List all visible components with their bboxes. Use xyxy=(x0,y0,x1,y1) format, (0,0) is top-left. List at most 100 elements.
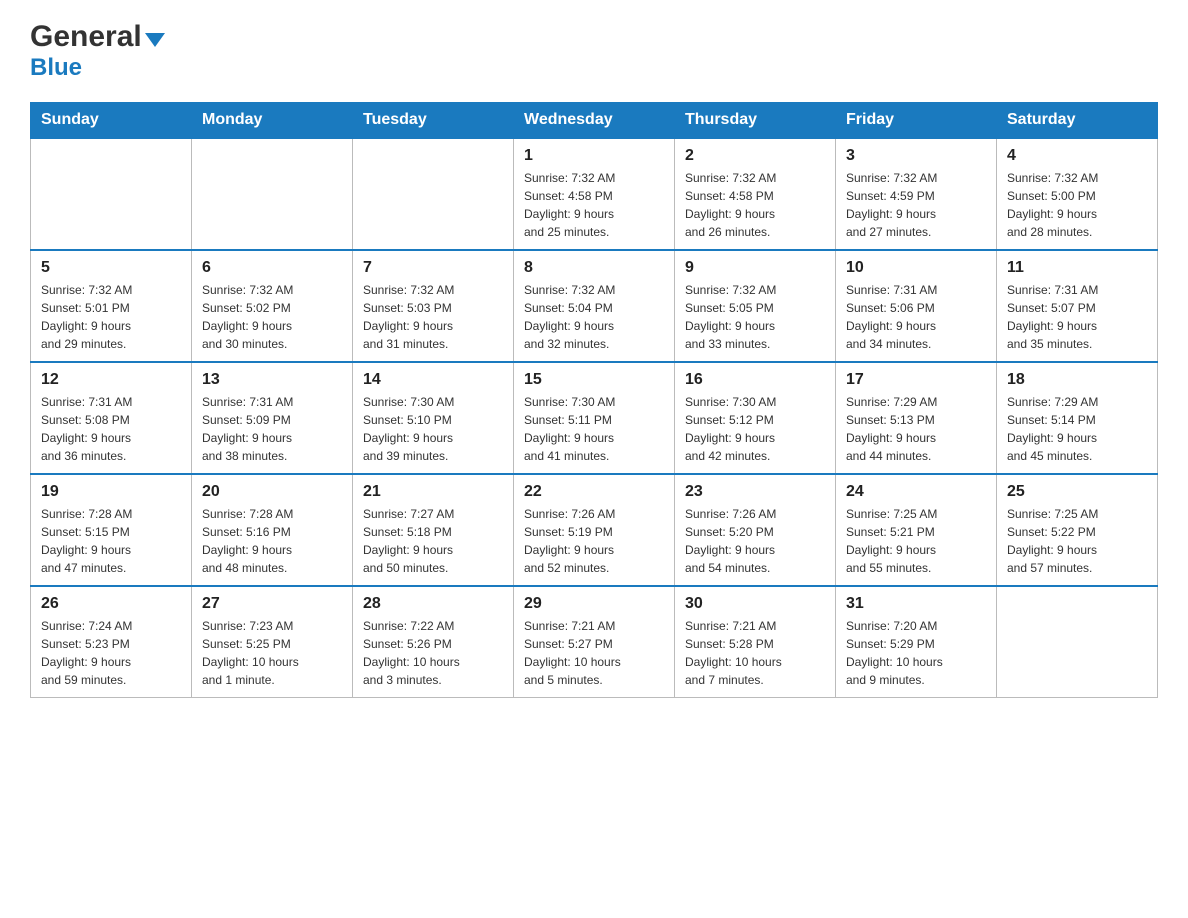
day-number: 2 xyxy=(685,147,825,165)
day-info: Sunrise: 7:25 AMSunset: 5:21 PMDaylight:… xyxy=(846,505,986,577)
cell-week4-day3: 22Sunrise: 7:26 AMSunset: 5:19 PMDayligh… xyxy=(514,474,675,586)
day-number: 19 xyxy=(41,483,181,501)
week-row-2: 5Sunrise: 7:32 AMSunset: 5:01 PMDaylight… xyxy=(31,250,1158,362)
logo-general: General xyxy=(30,20,142,53)
cell-week2-day0: 5Sunrise: 7:32 AMSunset: 5:01 PMDaylight… xyxy=(31,250,192,362)
logo-blue-text: Blue xyxy=(30,54,82,82)
page-header: General Blue xyxy=(30,20,1158,82)
day-info: Sunrise: 7:31 AMSunset: 5:06 PMDaylight:… xyxy=(846,281,986,353)
cell-week5-day2: 28Sunrise: 7:22 AMSunset: 5:26 PMDayligh… xyxy=(353,586,514,698)
cell-week2-day4: 9 Sunrise: 7:32 AMSunset: 5:05 PMDaylight… xyxy=(675,250,836,362)
week-row-5: 26 Sunrise: 7:24 AMSunset: 5:23 PMDayligh… xyxy=(31,586,1158,698)
day-info: Sunrise: 7:26 AMSunset: 5:20 PMDaylight:… xyxy=(685,505,825,577)
col-sunday: Sunday xyxy=(31,103,192,139)
cell-week4-day0: 19 Sunrise: 7:28 AMSunset: 5:15 PMDayligh… xyxy=(31,474,192,586)
day-info: Sunrise: 7:30 AMSunset: 5:11 PMDaylight:… xyxy=(524,393,664,465)
cell-week5-day1: 27Sunrise: 7:23 AMSunset: 5:25 PMDayligh… xyxy=(192,586,353,698)
day-number: 6 xyxy=(202,259,342,277)
day-info: Sunrise: 7:32 AMSunset: 5:02 PMDaylight:… xyxy=(202,281,342,353)
day-number: 21 xyxy=(363,483,503,501)
cell-week5-day4: 30 Sunrise: 7:21 AMSunset: 5:28 PMDayligh… xyxy=(675,586,836,698)
day-info: Sunrise: 7:29 AMSunset: 5:14 PMDaylight:… xyxy=(1007,393,1147,465)
day-info: Sunrise: 7:32 AMSunset: 4:58 PMDaylight:… xyxy=(524,169,664,241)
day-info: Sunrise: 7:32 AMSunset: 5:00 PMDaylight:… xyxy=(1007,169,1147,241)
day-number: 30 xyxy=(685,595,825,613)
day-info: Sunrise: 7:32 AMSunset: 4:58 PMDaylight:… xyxy=(685,169,825,241)
day-number: 14 xyxy=(363,371,503,389)
cell-week4-day1: 20 Sunrise: 7:28 AMSunset: 5:16 PMDayligh… xyxy=(192,474,353,586)
col-thursday: Thursday xyxy=(675,103,836,139)
col-tuesday: Tuesday xyxy=(353,103,514,139)
day-number: 31 xyxy=(846,595,986,613)
cell-week1-day4: 2 Sunrise: 7:32 AMSunset: 4:58 PMDaylight… xyxy=(675,138,836,250)
day-number: 15 xyxy=(524,371,664,389)
day-number: 26 xyxy=(41,595,181,613)
day-number: 24 xyxy=(846,483,986,501)
cell-week2-day5: 10 Sunrise: 7:31 AMSunset: 5:06 PMDayligh… xyxy=(836,250,997,362)
cell-week3-day1: 13Sunrise: 7:31 AMSunset: 5:09 PMDayligh… xyxy=(192,362,353,474)
cell-week2-day6: 11 Sunrise: 7:31 AMSunset: 5:07 PMDayligh… xyxy=(997,250,1158,362)
cell-week4-day6: 25 Sunrise: 7:25 AMSunset: 5:22 PMDayligh… xyxy=(997,474,1158,586)
cell-week3-day3: 15 Sunrise: 7:30 AMSunset: 5:11 PMDayligh… xyxy=(514,362,675,474)
cell-week4-day4: 23 Sunrise: 7:26 AMSunset: 5:20 PMDayligh… xyxy=(675,474,836,586)
day-number: 5 xyxy=(41,259,181,277)
cell-week3-day6: 18 Sunrise: 7:29 AMSunset: 5:14 PMDayligh… xyxy=(997,362,1158,474)
day-number: 12 xyxy=(41,371,181,389)
day-info: Sunrise: 7:20 AMSunset: 5:29 PMDaylight:… xyxy=(846,617,986,689)
cell-week4-day2: 21Sunrise: 7:27 AMSunset: 5:18 PMDayligh… xyxy=(353,474,514,586)
cell-week3-day0: 12 Sunrise: 7:31 AMSunset: 5:08 PMDayligh… xyxy=(31,362,192,474)
logo: General Blue xyxy=(30,20,165,82)
cell-week2-day2: 7Sunrise: 7:32 AMSunset: 5:03 PMDaylight… xyxy=(353,250,514,362)
cell-week5-day5: 31 Sunrise: 7:20 AMSunset: 5:29 PMDayligh… xyxy=(836,586,997,698)
day-info: Sunrise: 7:21 AMSunset: 5:28 PMDaylight:… xyxy=(685,617,825,689)
day-number: 8 xyxy=(524,259,664,277)
day-info: Sunrise: 7:28 AMSunset: 5:16 PMDaylight:… xyxy=(202,505,342,577)
cell-week1-day3: 1 Sunrise: 7:32 AMSunset: 4:58 PMDaylight… xyxy=(514,138,675,250)
day-number: 16 xyxy=(685,371,825,389)
day-number: 25 xyxy=(1007,483,1147,501)
cell-week5-day3: 29 Sunrise: 7:21 AMSunset: 5:27 PMDayligh… xyxy=(514,586,675,698)
day-info: Sunrise: 7:22 AMSunset: 5:26 PMDaylight:… xyxy=(363,617,503,689)
cell-week1-day5: 3 Sunrise: 7:32 AMSunset: 4:59 PMDaylight… xyxy=(836,138,997,250)
col-wednesday: Wednesday xyxy=(514,103,675,139)
week-row-3: 12 Sunrise: 7:31 AMSunset: 5:08 PMDayligh… xyxy=(31,362,1158,474)
day-number: 1 xyxy=(524,147,664,165)
day-number: 11 xyxy=(1007,259,1147,277)
day-number: 9 xyxy=(685,259,825,277)
day-number: 3 xyxy=(846,147,986,165)
day-info: Sunrise: 7:24 AMSunset: 5:23 PMDaylight:… xyxy=(41,617,181,689)
cell-week3-day5: 17Sunrise: 7:29 AMSunset: 5:13 PMDayligh… xyxy=(836,362,997,474)
day-info: Sunrise: 7:32 AMSunset: 5:05 PMDaylight:… xyxy=(685,281,825,353)
day-info: Sunrise: 7:21 AMSunset: 5:27 PMDaylight:… xyxy=(524,617,664,689)
calendar-table: Sunday Monday Tuesday Wednesday Thursday… xyxy=(30,102,1158,698)
cell-week1-day0 xyxy=(31,138,192,250)
day-number: 23 xyxy=(685,483,825,501)
cell-week5-day6 xyxy=(997,586,1158,698)
day-info: Sunrise: 7:31 AMSunset: 5:07 PMDaylight:… xyxy=(1007,281,1147,353)
day-number: 10 xyxy=(846,259,986,277)
col-monday: Monday xyxy=(192,103,353,139)
cell-week1-day6: 4Sunrise: 7:32 AMSunset: 5:00 PMDaylight… xyxy=(997,138,1158,250)
day-info: Sunrise: 7:31 AMSunset: 5:08 PMDaylight:… xyxy=(41,393,181,465)
day-info: Sunrise: 7:28 AMSunset: 5:15 PMDaylight:… xyxy=(41,505,181,577)
week-row-4: 19 Sunrise: 7:28 AMSunset: 5:15 PMDayligh… xyxy=(31,474,1158,586)
day-info: Sunrise: 7:32 AMSunset: 4:59 PMDaylight:… xyxy=(846,169,986,241)
logo-triangle-icon xyxy=(145,33,165,47)
cell-week3-day4: 16Sunrise: 7:30 AMSunset: 5:12 PMDayligh… xyxy=(675,362,836,474)
day-number: 20 xyxy=(202,483,342,501)
day-info: Sunrise: 7:25 AMSunset: 5:22 PMDaylight:… xyxy=(1007,505,1147,577)
day-number: 27 xyxy=(202,595,342,613)
cell-week1-day2 xyxy=(353,138,514,250)
col-saturday: Saturday xyxy=(997,103,1158,139)
day-number: 18 xyxy=(1007,371,1147,389)
day-number: 29 xyxy=(524,595,664,613)
cell-week4-day5: 24 Sunrise: 7:25 AMSunset: 5:21 PMDayligh… xyxy=(836,474,997,586)
cell-week5-day0: 26 Sunrise: 7:24 AMSunset: 5:23 PMDayligh… xyxy=(31,586,192,698)
cell-week2-day1: 6 Sunrise: 7:32 AMSunset: 5:02 PMDaylight… xyxy=(192,250,353,362)
calendar-header-row: Sunday Monday Tuesday Wednesday Thursday… xyxy=(31,103,1158,139)
week-row-1: 1 Sunrise: 7:32 AMSunset: 4:58 PMDaylight… xyxy=(31,138,1158,250)
logo-blue: Blue xyxy=(30,54,82,81)
day-number: 13 xyxy=(202,371,342,389)
col-friday: Friday xyxy=(836,103,997,139)
day-info: Sunrise: 7:32 AMSunset: 5:04 PMDaylight:… xyxy=(524,281,664,353)
